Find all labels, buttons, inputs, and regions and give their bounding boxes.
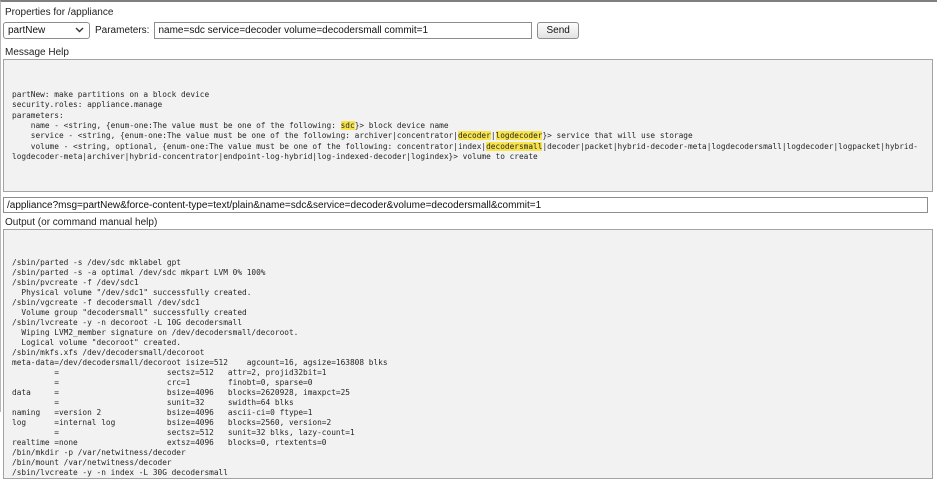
page-title: Properties for /appliance bbox=[5, 7, 933, 18]
send-button[interactable]: Send bbox=[537, 22, 578, 39]
parameters-input[interactable] bbox=[154, 22, 532, 39]
highlighted-match: decoder bbox=[458, 131, 491, 140]
request-url-input[interactable] bbox=[3, 197, 928, 213]
output-text: /sbin/parted -s /dev/sdc mklabel gpt /sb… bbox=[12, 258, 927, 478]
message-help-box: partNew: make partitions on a block devi… bbox=[3, 59, 933, 192]
output-box: /sbin/parted -s /dev/sdc mklabel gpt /sb… bbox=[3, 229, 933, 479]
chevron-down-icon bbox=[75, 25, 84, 36]
parameters-label: Parameters: bbox=[95, 25, 149, 36]
highlighted-match: logdecoder bbox=[496, 131, 543, 140]
message-controls-row: partNew Parameters: Send bbox=[3, 22, 933, 39]
message-help-text: partNew: make partitions on a block devi… bbox=[12, 90, 927, 163]
highlighted-match: sdc bbox=[341, 121, 355, 130]
message-help-title: Message Help bbox=[5, 47, 933, 58]
message-select-value: partNew bbox=[8, 25, 45, 36]
page-container: Properties for /appliance partNew Parame… bbox=[0, 0, 937, 412]
message-select[interactable]: partNew bbox=[3, 22, 90, 39]
output-title: Output (or command manual help) bbox=[5, 217, 933, 228]
highlighted-match: decodersmall bbox=[486, 142, 542, 151]
